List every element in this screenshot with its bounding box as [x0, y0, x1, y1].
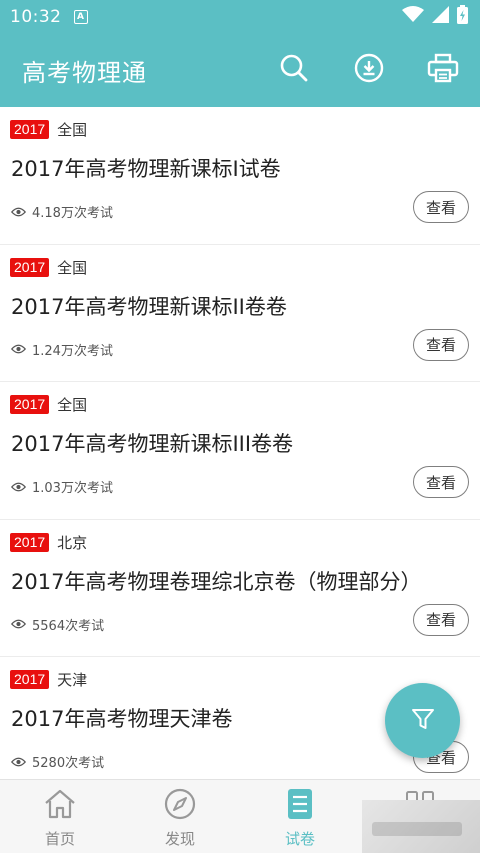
compass-icon [163, 788, 197, 824]
paper-meta: 2017 全国 [10, 394, 87, 415]
year-badge: 2017 [10, 670, 50, 689]
year-badge: 2017 [10, 257, 50, 277]
view-count: 1.24万次考试 [11, 340, 113, 359]
print-button[interactable] [406, 33, 480, 107]
paper-card[interactable]: 2017 北京 2017年高考物理卷理综北京卷（物理部分） 5564次考试 查看 [0, 520, 480, 657]
status-right [402, 5, 468, 28]
list-icon [283, 788, 317, 824]
tab-papers-label: 试卷 [284, 830, 315, 848]
tab-home-label: 首页 [44, 830, 75, 848]
tab-home[interactable]: 首页 [0, 780, 120, 853]
region-label: 全国 [57, 396, 88, 414]
view-button[interactable]: 查看 [413, 328, 469, 361]
paper-title: 2017年高考物理新课标I试卷 [11, 157, 281, 181]
paper-title: 2017年高考物理天津卷 [11, 707, 233, 731]
paper-title: 2017年高考物理新课标III卷卷 [11, 432, 294, 456]
year-badge: 2017 [10, 120, 50, 139]
year-badge: 2017 [10, 395, 50, 414]
download-button[interactable] [331, 33, 406, 107]
paper-title: 2017年高考物理新课标II卷卷 [11, 294, 287, 319]
home-icon [43, 788, 77, 824]
filter-button[interactable] [385, 683, 460, 758]
eye-icon [11, 207, 26, 217]
search-button[interactable] [256, 33, 331, 107]
year-badge: 2017 [10, 532, 50, 552]
tab-discover-label: 发现 [164, 830, 195, 848]
paper-title: 2017年高考物理卷理综北京卷（物理部分） [11, 569, 422, 594]
paper-card[interactable]: 2017 全国 2017年高考物理新课标III卷卷 1.03万次考试 查看 [0, 382, 480, 520]
tab-papers[interactable]: 试卷 [240, 780, 360, 853]
view-count-text: 5280次考试 [32, 756, 105, 771]
paper-meta: 2017 全国 [10, 119, 87, 140]
status-left: 10:32 A [10, 7, 88, 27]
paper-list: 2017 全国 2017年高考物理新课标I试卷 4.18万次考试 查看 2017… [0, 107, 480, 779]
paper-meta: 2017 北京 [10, 532, 87, 553]
status-time: 10:32 [10, 6, 62, 27]
view-button[interactable]: 查看 [413, 466, 469, 498]
battery-icon [457, 5, 468, 28]
eye-icon [11, 344, 26, 354]
signal-icon [432, 6, 449, 27]
view-count-text: 5564次考试 [32, 618, 105, 634]
view-count-text: 1.24万次考试 [32, 343, 113, 359]
view-button[interactable]: 查看 [413, 191, 469, 223]
wifi-icon [402, 6, 424, 27]
paper-meta: 2017 全国 [10, 257, 87, 278]
eye-icon [11, 482, 26, 492]
watermark-overlay [362, 800, 480, 853]
search-icon [279, 53, 309, 87]
download-icon [354, 53, 384, 87]
paper-meta: 2017 天津 [10, 669, 87, 690]
region-label: 天津 [57, 671, 88, 689]
status-bar: 10:32 A [0, 0, 480, 33]
view-count-text: 1.03万次考试 [32, 481, 113, 496]
eye-icon [11, 757, 26, 767]
paper-card[interactable]: 2017 全国 2017年高考物理新课标I试卷 4.18万次考试 查看 [0, 107, 480, 245]
region-label: 全国 [57, 121, 88, 139]
tab-discover[interactable]: 发现 [120, 780, 240, 853]
view-count: 5280次考试 [11, 752, 104, 771]
view-count-text: 4.18万次考试 [32, 206, 113, 221]
app-bar: 高考物理通 [0, 33, 480, 107]
view-count: 5564次考试 [11, 615, 104, 634]
filter-icon [410, 706, 436, 736]
view-count: 1.03万次考试 [11, 477, 113, 496]
region-label: 全国 [57, 258, 88, 277]
print-icon [427, 53, 459, 87]
notification-icon: A [73, 9, 88, 24]
region-label: 北京 [57, 533, 88, 552]
view-count: 4.18万次考试 [11, 202, 113, 221]
eye-icon [11, 619, 26, 629]
view-button[interactable]: 查看 [413, 603, 469, 636]
app-title: 高考物理通 [22, 58, 147, 87]
paper-card[interactable]: 2017 全国 2017年高考物理新课标II卷卷 1.24万次考试 查看 [0, 245, 480, 382]
